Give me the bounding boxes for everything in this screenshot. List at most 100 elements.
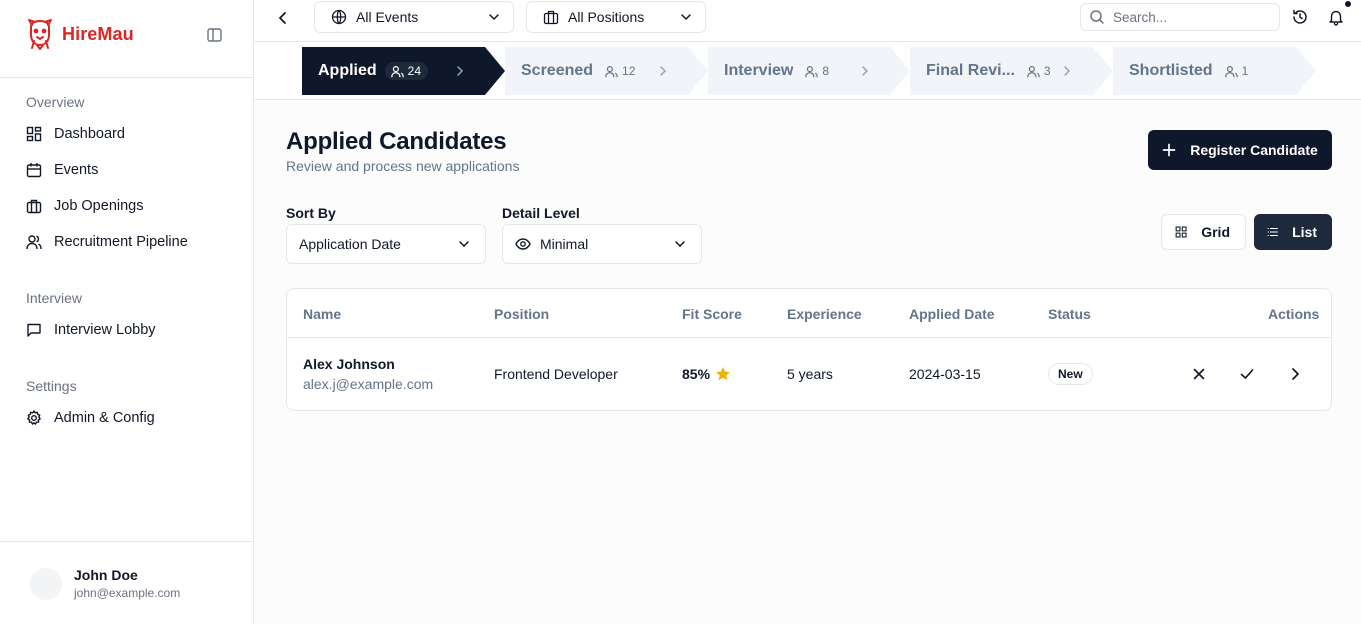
column-header-name[interactable]: Name [303,306,341,322]
positions-filter-select[interactable]: All Positions [526,1,706,33]
register-candidate-button[interactable]: Register Candidate [1148,130,1332,170]
main-content: Applied Candidates Review and process ne… [254,101,1361,624]
table-header: Name Position Fit Score Experience Appli… [287,289,1331,338]
stage-count-value: 12 [622,64,636,78]
candidate-name[interactable]: Alex Johnson [303,356,395,372]
register-candidate-label: Register Candidate [1190,142,1318,158]
grid-icon [1175,226,1187,238]
candidate-applied-date: 2024-03-15 [909,366,981,382]
grid-view-button[interactable]: Grid [1161,214,1246,250]
stage-interview[interactable]: Interview 8 [708,47,910,95]
calendar-icon [26,163,42,178]
section-title-overview: Overview [26,94,85,110]
search-box[interactable] [1080,3,1280,31]
user-email: john@example.com [74,586,181,600]
sidebar-item-label: Events [54,162,99,178]
sidebar-item-recruitment-pipeline[interactable]: Recruitment Pipeline [26,230,188,254]
stage-shortlisted[interactable]: Shortlisted 1 [1113,47,1316,95]
status-badge: New [1048,363,1093,385]
detail-level-select[interactable]: Minimal [502,224,702,264]
eye-icon [515,238,531,250]
column-header-actions: Actions [1268,306,1320,322]
stage-count: 12 [605,64,635,78]
column-header-experience[interactable]: Experience [787,306,862,322]
sidebar-item-job-openings[interactable]: Job Openings [26,194,143,218]
section-title-settings: Settings [26,378,77,394]
chevron-down-icon [489,14,499,21]
events-filter-select[interactable]: All Events [314,1,514,33]
users-icon [26,235,42,250]
page-subtitle: Review and process new applications [286,158,520,174]
globe-icon [331,9,347,25]
chevron-right-icon [657,65,669,77]
stage-screened[interactable]: Screened 12 [505,47,708,95]
stage-count-value: 24 [407,64,422,78]
column-header-position[interactable]: Position [494,306,549,322]
stage-count-value: 1 [1241,64,1249,78]
message-square-icon [27,323,41,337]
users-icon [1225,65,1238,78]
chevron-right-icon [454,65,466,77]
detail-level-value: Minimal [540,236,589,252]
column-header-status[interactable]: Status [1048,306,1091,322]
grid-view-label: Grid [1201,224,1230,240]
chevron-down-icon [681,14,691,21]
sidebar-divider [0,541,253,542]
stage-count: 3 [1027,64,1051,78]
sidebar-item-label: Admin & Config [54,410,155,426]
sort-by-value: Application Date [299,236,401,252]
topbar: All Events All Positions [254,0,1361,42]
brand-name: HireMau [62,23,134,44]
users-icon [391,65,404,78]
reject-x-icon[interactable] [1191,366,1207,382]
stage-label: Interview [724,62,794,79]
brand[interactable]: HireMau [26,17,134,51]
sidebar-item-interview-lobby[interactable]: Interview Lobby [26,318,156,342]
stage-label: Final Revi... [926,62,1015,79]
column-header-fit-score[interactable]: Fit Score [682,306,742,322]
star-icon [716,367,731,381]
chevron-right-icon [859,65,871,77]
sidebar-item-events[interactable]: Events [26,158,98,182]
chevron-down-icon [459,241,469,248]
sort-by-label: Sort By [286,205,336,221]
tiger-logo-icon [28,19,52,50]
stage-final-review[interactable]: Final Revi... 3 [910,47,1113,95]
sidebar-toggle-icon[interactable] [206,27,224,43]
column-header-applied-date[interactable]: Applied Date [909,306,995,322]
stage-applied[interactable]: Applied 24 [302,47,505,95]
bell-icon[interactable] [1327,8,1345,26]
stage-label: Screened [521,62,594,79]
section-title-interview: Interview [26,290,83,306]
avatar [30,568,62,600]
search-input[interactable] [1113,9,1263,25]
notification-dot [1345,1,1351,7]
sidebar-item-admin-config[interactable]: Admin & Config [26,406,155,430]
sidebar-item-label: Job Openings [54,198,144,214]
stage-count: 24 [385,62,428,80]
sidebar-item-label: Recruitment Pipeline [54,234,188,250]
list-view-label: List [1292,224,1317,240]
sidebar-item-dashboard[interactable]: Dashboard [26,122,125,146]
chevron-down-icon [675,241,685,248]
candidate-email: alex.j@example.com [303,376,434,392]
candidate-experience: 5 years [787,366,833,382]
candidate-position: Frontend Developer [494,366,618,382]
history-icon[interactable] [1291,8,1309,26]
gear-icon [27,410,41,425]
detail-level-label: Detail Level [502,205,580,221]
list-view-button[interactable]: List [1254,214,1332,250]
chevron-left-icon[interactable] [274,9,292,27]
chevron-right-icon[interactable] [1287,366,1303,382]
sort-by-select[interactable]: Application Date [286,224,486,264]
events-filter-value: All Events [356,9,419,25]
plus-icon [1162,143,1176,157]
user-name: John Doe [74,567,138,583]
fit-score-value: 85% [682,366,711,382]
user-profile[interactable]: John Doe john@example.com [30,566,180,602]
stage-label: Shortlisted [1129,62,1213,79]
approve-check-icon[interactable] [1239,366,1255,382]
stage-count: 1 [1225,64,1249,78]
page-title: Applied Candidates [286,128,507,155]
stage-label: Applied [318,62,377,79]
